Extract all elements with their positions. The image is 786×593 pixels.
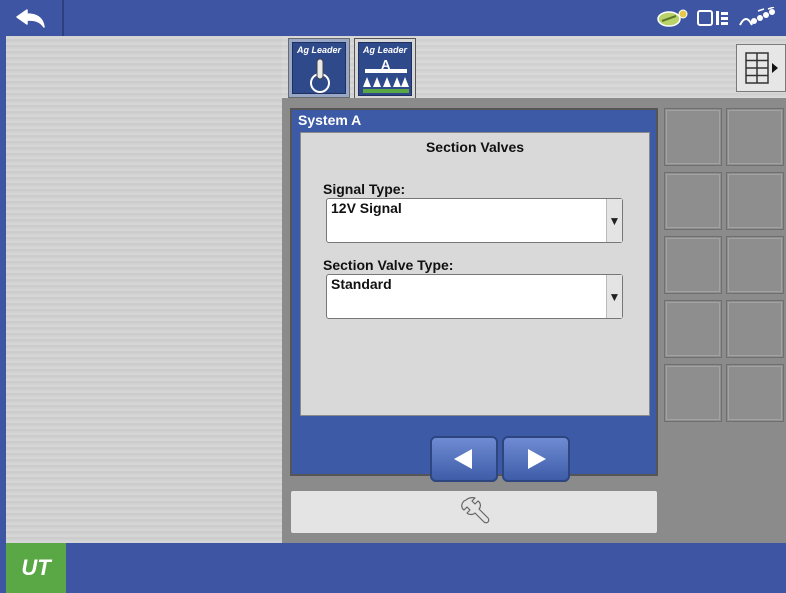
tab-switch-module[interactable]: Ag Leader <box>288 38 350 98</box>
dialog-content: Section Valves Signal Type: 12V Signal ▼… <box>300 132 650 416</box>
empty-slot[interactable] <box>664 108 722 166</box>
next-button[interactable] <box>502 436 570 482</box>
tab-sprayer-system-a[interactable]: Ag Leader A <box>354 38 416 100</box>
status-icons <box>656 6 778 30</box>
empty-slot[interactable] <box>664 172 722 230</box>
signal-type-select[interactable]: 12V Signal ▼ <box>326 198 623 243</box>
previous-button[interactable] <box>430 436 498 482</box>
dialog-heading: Section Valves <box>425 139 525 155</box>
signal-type-label: Signal Type: <box>323 181 406 197</box>
satellite-icon[interactable] <box>738 7 778 29</box>
dropdown-arrow-icon: ▼ <box>606 199 622 242</box>
section-valves-dialog: System A Section Valves Signal Type: 12V… <box>290 108 658 482</box>
left-arrow-icon <box>454 449 472 469</box>
guidance-icon[interactable] <box>656 8 688 28</box>
dropdown-arrow-icon: ▼ <box>606 275 622 318</box>
signal-type-value: 12V Signal <box>331 200 402 216</box>
tab-inner: Ag Leader <box>292 42 346 94</box>
empty-slot[interactable] <box>726 172 784 230</box>
section-valve-type-label: Section Valve Type: <box>323 257 454 273</box>
back-button[interactable] <box>0 0 64 36</box>
tab-strip: Ag Leader Ag Leader A <box>282 36 786 100</box>
empty-slot[interactable] <box>726 236 784 294</box>
tab-brand-label: Ag Leader <box>296 45 341 55</box>
display-icon[interactable] <box>696 8 730 28</box>
wrench-icon <box>461 497 490 524</box>
right-arrow-icon <box>528 449 546 469</box>
top-bar <box>0 0 786 36</box>
tab-inner: Ag Leader A <box>358 42 412 96</box>
configure-button[interactable] <box>290 490 658 534</box>
layout-button[interactable] <box>736 44 786 92</box>
dialog-title: System A <box>298 112 362 128</box>
empty-slot[interactable] <box>664 364 722 422</box>
empty-slot[interactable] <box>664 300 722 358</box>
bottom-bar: UT <box>0 543 786 593</box>
ut-logo-text: UT <box>21 555 51 580</box>
empty-slot[interactable] <box>664 236 722 294</box>
dialog-body: Section Valves Signal Type: 12V Signal ▼… <box>300 132 650 416</box>
empty-slot[interactable] <box>726 364 784 422</box>
switch-icon <box>310 58 330 93</box>
system-badge: A <box>381 57 391 72</box>
empty-slot[interactable] <box>726 300 784 358</box>
section-valve-type-value: Standard <box>331 276 392 292</box>
empty-slot[interactable] <box>726 108 784 166</box>
left-panel <box>6 36 282 543</box>
back-arrow-icon <box>16 9 45 28</box>
grid-layout-icon <box>745 52 778 84</box>
universal-terminal-button[interactable]: UT <box>6 543 66 593</box>
main-area: System A Section Valves Signal Type: 12V… <box>282 98 786 543</box>
section-valve-type-select[interactable]: Standard ▼ <box>326 274 623 319</box>
tab-brand-label: Ag Leader <box>362 45 407 55</box>
